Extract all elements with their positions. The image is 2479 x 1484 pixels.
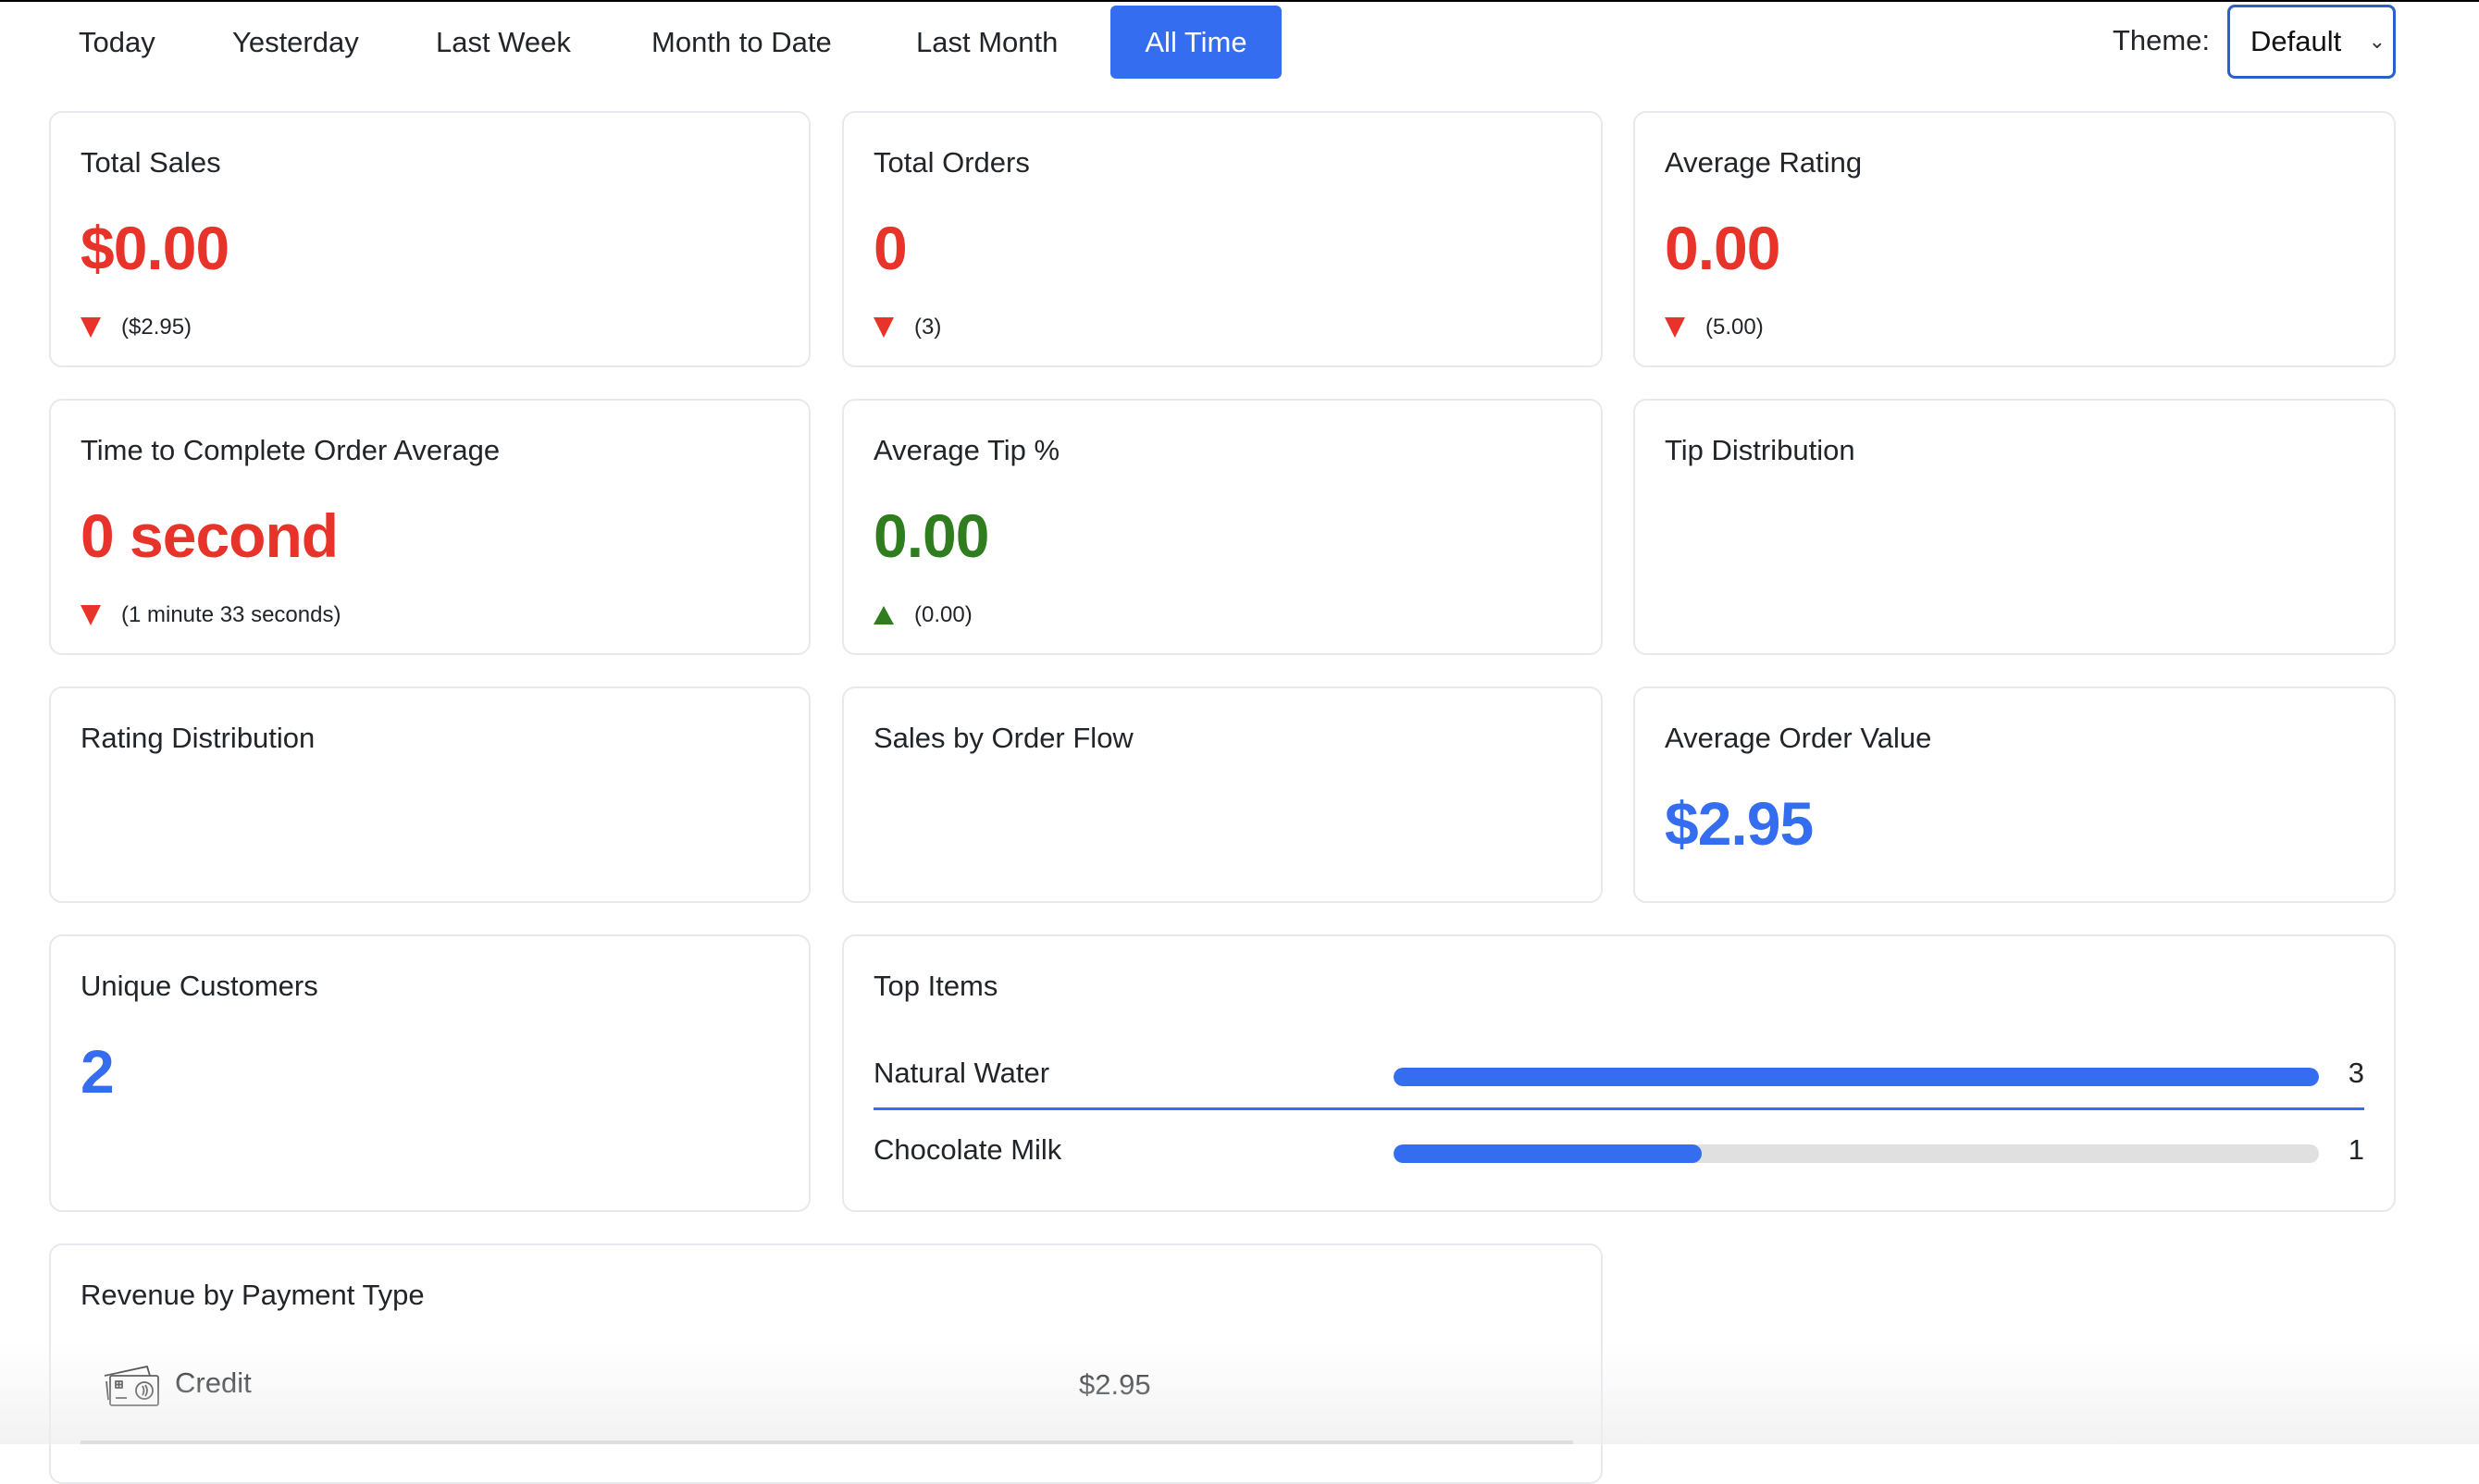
- unique-customers-value: 2: [81, 1037, 115, 1106]
- payment-type-amount: $2.95: [1079, 1368, 1151, 1401]
- card-revenue-by-payment-type: Revenue by Payment Type Credit $2.95: [49, 1243, 1603, 1484]
- total-sales-value: $0.00: [81, 214, 229, 282]
- average-tip-value: 0.00: [874, 501, 989, 570]
- card-tip-distribution: Tip Distribution: [1633, 399, 2396, 655]
- card-title: Total Orders: [874, 146, 1030, 179]
- trend-down-icon: [81, 605, 101, 625]
- trend-up-icon: [874, 606, 894, 625]
- tab-all-time[interactable]: All Time: [1110, 6, 1282, 79]
- total-sales-delta: ($2.95): [81, 315, 192, 340]
- card-title: Tip Distribution: [1665, 434, 1855, 466]
- card-total-sales: Total Sales $0.00 ($2.95): [49, 111, 811, 367]
- top-item-bar-fill: [1394, 1068, 2319, 1086]
- average-tip-delta: (0.00): [874, 602, 973, 628]
- time-to-complete-value: 0 second: [81, 501, 339, 570]
- average-rating-delta: (5.00): [1665, 315, 1764, 340]
- tab-month-to-date[interactable]: Month to Date: [622, 6, 861, 79]
- card-title: Rating Distribution: [81, 722, 316, 754]
- bottom-divider: [81, 1441, 1573, 1444]
- top-items-divider: [874, 1107, 2364, 1110]
- chevron-down-icon: ⌄: [2368, 30, 2386, 53]
- delta-text: (0.00): [914, 602, 973, 627]
- delta-text: (1 minute 33 seconds): [121, 602, 341, 627]
- tab-today[interactable]: Today: [49, 6, 185, 79]
- time-to-complete-delta: (1 minute 33 seconds): [81, 602, 341, 628]
- card-title: Average Tip %: [874, 434, 1060, 466]
- tab-last-month[interactable]: Last Month: [886, 6, 1087, 79]
- top-item-row: Natural Water 3: [874, 1049, 2364, 1105]
- card-average-order-value: Average Order Value $2.95: [1633, 686, 2396, 903]
- top-item-row: Chocolate Milk 1: [874, 1126, 2364, 1181]
- top-item-bar-track: [1394, 1068, 2319, 1086]
- delta-text: (5.00): [1705, 315, 1764, 340]
- card-time-to-complete: Time to Complete Order Average 0 second …: [49, 399, 811, 655]
- top-item-count: 3: [2348, 1057, 2364, 1089]
- theme-select[interactable]: Default ⌄: [2227, 5, 2396, 79]
- total-orders-delta: (3): [874, 315, 941, 340]
- card-rating-distribution: Rating Distribution: [49, 686, 811, 903]
- top-item-name: Chocolate Milk: [874, 1133, 1062, 1166]
- card-sales-by-order-flow: Sales by Order Flow: [842, 686, 1603, 903]
- theme-label: Theme:: [2113, 24, 2211, 56]
- tab-last-week[interactable]: Last Week: [406, 6, 601, 79]
- trend-down-icon: [1665, 317, 1685, 338]
- total-orders-value: 0: [874, 214, 908, 282]
- top-item-count: 1: [2348, 1133, 2364, 1166]
- payment-row: Credit $2.95: [103, 1361, 1571, 1416]
- card-title: Time to Complete Order Average: [81, 434, 501, 466]
- card-total-orders: Total Orders 0 (3): [842, 111, 1603, 367]
- trend-down-icon: [874, 317, 894, 338]
- card-title: Unique Customers: [81, 970, 318, 1002]
- card-title: Average Order Value: [1665, 722, 1932, 754]
- card-unique-customers: Unique Customers 2: [49, 934, 811, 1212]
- average-order-value: $2.95: [1665, 789, 1814, 858]
- card-title: Sales by Order Flow: [874, 722, 1134, 754]
- delta-text: ($2.95): [121, 315, 192, 340]
- tab-yesterday[interactable]: Yesterday: [203, 6, 389, 79]
- credit-card-icon: [104, 1366, 159, 1406]
- trend-down-icon: [81, 317, 101, 338]
- delta-text: (3): [914, 315, 942, 340]
- card-title: Average Rating: [1665, 146, 1863, 179]
- card-title: Top Items: [874, 970, 998, 1002]
- top-item-bar-track: [1394, 1144, 2319, 1163]
- card-title: Revenue by Payment Type: [81, 1279, 425, 1311]
- card-average-rating: Average Rating 0.00 (5.00): [1633, 111, 2396, 367]
- top-item-name: Natural Water: [874, 1057, 1050, 1089]
- card-average-tip: Average Tip % 0.00 (0.00): [842, 399, 1603, 655]
- top-item-bar-fill: [1394, 1144, 1703, 1163]
- card-title: Total Sales: [81, 146, 221, 179]
- payment-type-name: Credit: [175, 1367, 252, 1399]
- card-top-items: Top Items Natural Water 3 Chocolate Milk…: [842, 934, 2396, 1212]
- average-rating-value: 0.00: [1665, 214, 1780, 282]
- theme-selected-value: Default: [2250, 25, 2342, 57]
